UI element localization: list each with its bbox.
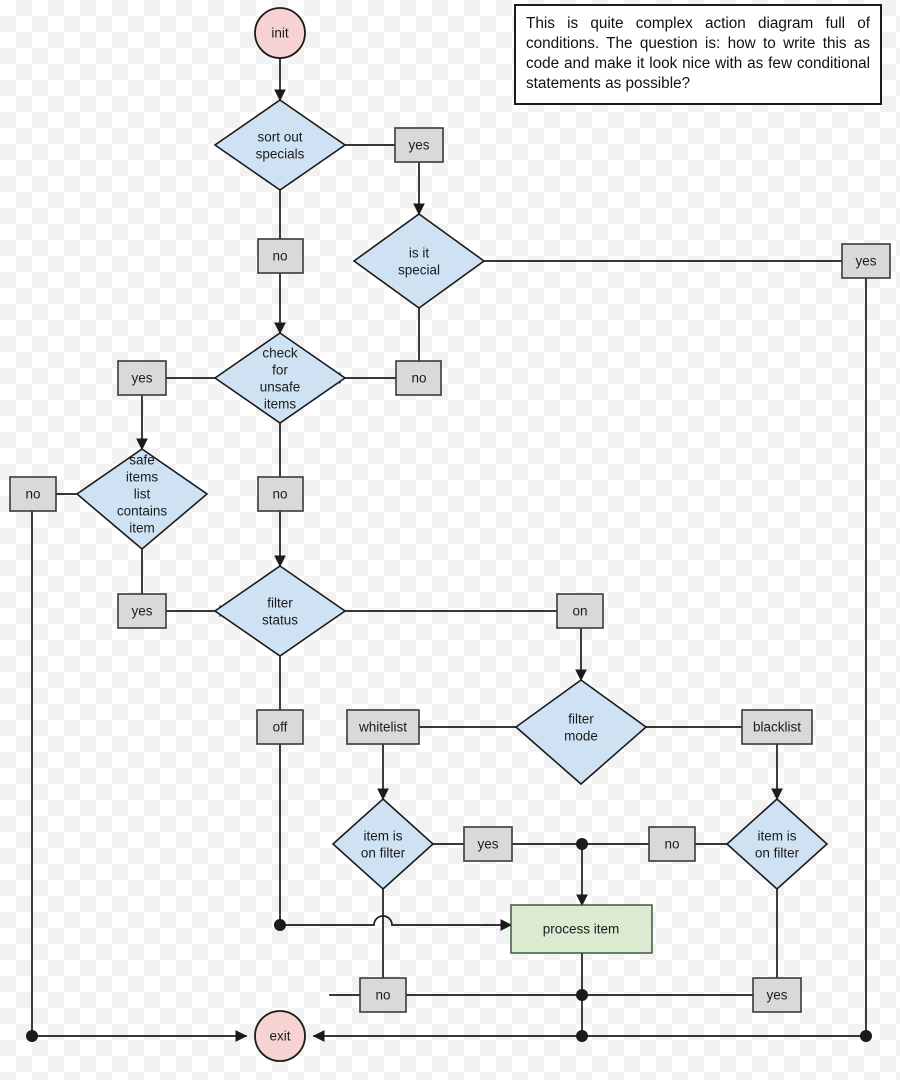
- node-process-item-label: process item: [543, 922, 620, 937]
- node-is-it-special-line1: is it: [409, 246, 429, 261]
- chip-yes-check-unsafe-label: yes: [131, 371, 152, 386]
- junction-below-process: [576, 989, 588, 1001]
- node-check-unsafe-line1: check: [262, 346, 298, 361]
- chip-on-filter-status-label: on: [572, 604, 587, 619]
- node-item-is-on-filter-right[interactable]: item is on filter: [725, 797, 829, 891]
- annotation-note: This is quite complex action diagram ful…: [514, 4, 882, 105]
- node-safe-list-line4: contains: [117, 504, 168, 519]
- chip-whitelist-label: whitelist: [358, 720, 407, 735]
- chip-no-item-filter-right[interactable]: no: [648, 826, 696, 862]
- chip-on-filter-status[interactable]: on: [556, 593, 604, 629]
- chip-no-check-unsafe-label: no: [272, 487, 287, 502]
- node-check-for-unsafe-items[interactable]: check for unsafe items: [213, 332, 347, 424]
- flowchart-svg: sort out specials is it special check fo…: [9, 7, 891, 1062]
- node-item-filter-right-line1: item is: [757, 829, 796, 844]
- node-check-unsafe-line3: unsafe: [260, 380, 301, 395]
- chip-no-sort-specials-label: no: [272, 249, 287, 264]
- node-init[interactable]: init: [254, 7, 306, 59]
- edges-layer: [31, 57, 867, 1042]
- chip-no-item-filter-left-label: no: [375, 988, 390, 1003]
- chip-yes-is-special-label: yes: [855, 254, 876, 269]
- chip-blacklist-label: blacklist: [753, 720, 801, 735]
- junction-bottom-right: [860, 1030, 872, 1042]
- node-sort-out-specials-line1: sort out: [257, 130, 302, 145]
- node-item-filter-left-line2: on filter: [361, 846, 406, 861]
- chip-yes-sort-specials-label: yes: [408, 138, 429, 153]
- node-sort-out-specials[interactable]: sort out specials: [213, 99, 347, 191]
- chip-blacklist[interactable]: blacklist: [741, 709, 813, 745]
- node-exit[interactable]: exit: [254, 1010, 306, 1062]
- node-check-unsafe-line4: items: [264, 397, 297, 412]
- node-filter-mode-line1: filter: [568, 712, 594, 727]
- node-safe-list-line5: item: [129, 521, 155, 536]
- chip-yes-sort-specials[interactable]: yes: [394, 127, 444, 163]
- chip-no-sort-specials[interactable]: no: [257, 238, 304, 274]
- chip-no-is-special-label: no: [411, 371, 426, 386]
- junction-dots-layer: [26, 838, 872, 1042]
- chip-yes-safe-list-label: yes: [131, 604, 152, 619]
- junction-process-fanin: [576, 838, 588, 850]
- chip-no-is-special[interactable]: no: [395, 360, 442, 396]
- diagram-canvas: sort out specials is it special check fo…: [0, 0, 900, 1080]
- node-init-label: init: [271, 26, 289, 41]
- node-safe-list-line1: safe: [129, 453, 155, 468]
- node-item-filter-right-line2: on filter: [755, 846, 800, 861]
- chip-yes-item-filter-left-label: yes: [477, 837, 498, 852]
- node-filter-status-line1: filter: [267, 596, 293, 611]
- chip-yes-safe-list[interactable]: yes: [117, 593, 167, 629]
- node-filter-mode-line2: mode: [564, 729, 598, 744]
- node-item-filter-left-line1: item is: [363, 829, 402, 844]
- annotation-note-text: This is quite complex action diagram ful…: [526, 15, 870, 92]
- chip-yes-item-filter-left[interactable]: yes: [463, 826, 513, 862]
- node-exit-label: exit: [269, 1029, 290, 1044]
- node-is-it-special[interactable]: is it special: [352, 213, 486, 309]
- chip-no-item-filter-left[interactable]: no: [359, 977, 407, 1013]
- node-sort-out-specials-line2: specials: [256, 147, 305, 162]
- node-safe-list-line2: items: [126, 470, 159, 485]
- chip-no-safe-list[interactable]: no: [9, 476, 57, 512]
- chip-yes-item-filter-right[interactable]: yes: [752, 977, 802, 1013]
- chip-off-filter-status-label: off: [273, 720, 288, 735]
- chip-yes-check-unsafe[interactable]: yes: [117, 360, 167, 396]
- node-check-unsafe-line2: for: [272, 363, 288, 378]
- node-is-it-special-line2: special: [398, 263, 440, 278]
- chip-no-safe-list-label: no: [25, 487, 40, 502]
- junction-bottom-left: [26, 1030, 38, 1042]
- node-safe-items-list-contains-item[interactable]: safe items list contains item: [75, 448, 209, 551]
- junction-off-merge: [274, 919, 286, 931]
- node-filter-status[interactable]: filter status: [213, 565, 347, 657]
- chip-yes-is-special[interactable]: yes: [841, 243, 891, 279]
- decision-nodes-layer: sort out specials is it special check fo…: [75, 99, 829, 891]
- chip-whitelist[interactable]: whitelist: [346, 709, 420, 745]
- node-safe-list-line3: list: [134, 487, 151, 502]
- junction-bottom-mid: [576, 1030, 588, 1042]
- node-item-is-on-filter-left[interactable]: item is on filter: [331, 797, 435, 891]
- chip-no-check-unsafe[interactable]: no: [257, 476, 304, 512]
- chip-no-item-filter-right-label: no: [664, 837, 679, 852]
- node-process-item[interactable]: process item: [510, 904, 653, 954]
- node-filter-mode[interactable]: filter mode: [514, 679, 648, 786]
- chip-off-filter-status[interactable]: off: [256, 709, 304, 745]
- chip-yes-item-filter-right-label: yes: [766, 988, 787, 1003]
- node-filter-status-line2: status: [262, 613, 298, 628]
